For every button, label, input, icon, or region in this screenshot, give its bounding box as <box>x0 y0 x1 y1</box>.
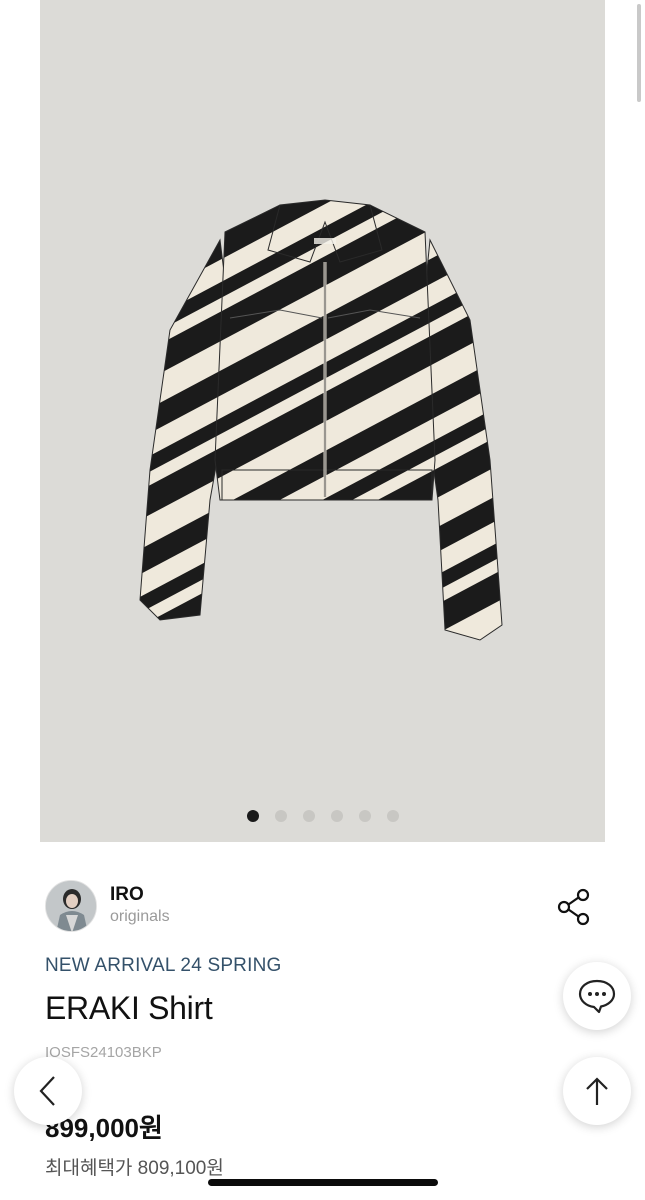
carousel-dot[interactable] <box>330 810 343 822</box>
carousel-dot[interactable] <box>274 810 287 822</box>
scroll-top-button[interactable] <box>563 1057 631 1125</box>
back-button[interactable] <box>14 1057 82 1125</box>
chat-bubble-icon <box>578 979 616 1014</box>
brand-name[interactable]: IRO <box>110 884 170 906</box>
product-code: IOSFS24103BKP <box>45 1044 162 1061</box>
carousel-dot[interactable] <box>302 810 315 822</box>
product-tag: NEW ARRIVAL 24 SPRING <box>45 955 282 976</box>
brand-subtitle: originals <box>110 908 170 925</box>
product-image <box>139 199 503 641</box>
home-indicator[interactable] <box>208 1179 438 1186</box>
chat-button[interactable] <box>563 962 631 1030</box>
max-benefit-price: 최대혜택가 809,100원 <box>45 1158 224 1179</box>
page-scrollbar[interactable] <box>637 4 641 102</box>
brand-profile[interactable]: IRO originals <box>45 880 170 932</box>
carousel-dot[interactable] <box>386 810 399 822</box>
carousel-dot[interactable] <box>358 810 371 822</box>
brand-avatar[interactable] <box>45 880 97 932</box>
chevron-left-icon <box>39 1076 55 1106</box>
product-image-gallery[interactable] <box>40 0 605 842</box>
carousel-dots <box>40 810 605 822</box>
arrow-up-icon <box>586 1077 608 1105</box>
carousel-dot[interactable] <box>246 810 259 822</box>
product-title: ERAKI Shirt <box>45 990 213 1026</box>
share-icon[interactable] <box>556 888 592 926</box>
